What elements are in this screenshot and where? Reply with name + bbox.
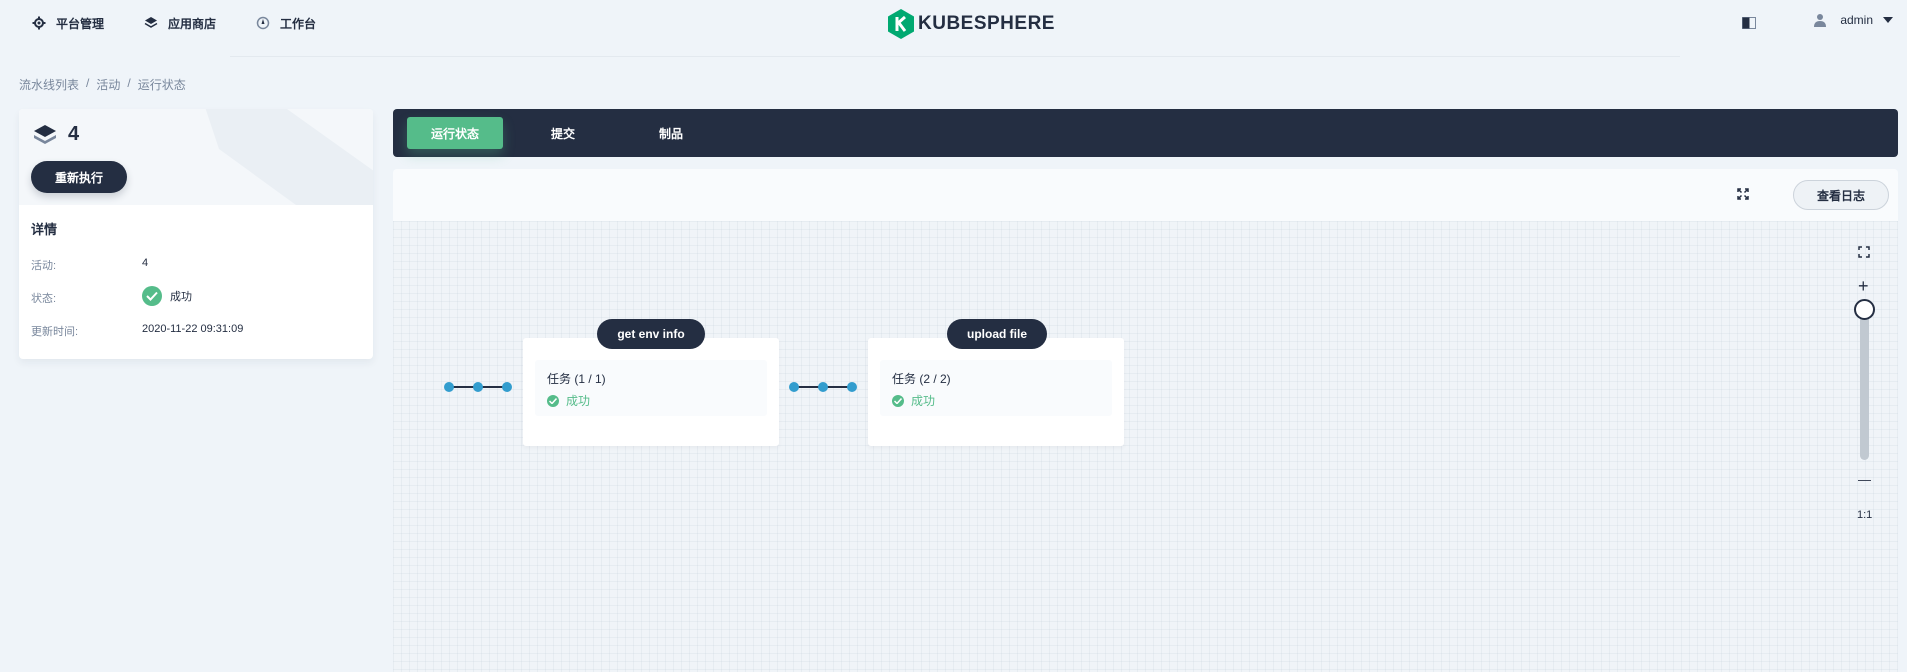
kubesphere-logo[interactable]: KUBESPHERE [888, 9, 1055, 39]
fit-view-icon[interactable] [1858, 246, 1870, 258]
zoom-in-button[interactable]: + [1858, 276, 1869, 297]
logo-text: KUBESPHERE [918, 13, 1055, 34]
updated-time: 2020-11-22 09:31:09 [142, 323, 244, 335]
updated-value: 2020-11-22 09:31:09 [142, 323, 243, 335]
status-text: 成功 [170, 291, 192, 303]
breadcrumb-activity[interactable]: 活动 [96, 76, 120, 93]
pipeline-toolbar [393, 169, 1898, 221]
activity-number: 4 [142, 257, 149, 269]
header-decoration [205, 109, 373, 205]
stage-card: 任务 (2 / 2) 成功 [868, 338, 1124, 446]
detail-title: 详情 [31, 222, 58, 237]
task-count: 任务 (2 / 2) [892, 372, 951, 386]
logo-icon [888, 9, 914, 39]
username: admin [1840, 13, 1873, 27]
breadcrumb: 流水线列表 / 活动 / 运行状态 [19, 76, 186, 93]
task-item[interactable]: 任务 (1 / 1) 成功 [535, 360, 767, 416]
task-status-text: 成功 [566, 394, 591, 408]
run-summary-card: 4 重新执行 详情 活动: 4 状态: 成功 更新时间: 2020-11-22 … [19, 109, 373, 359]
nav-appstore-label: 应用商店 [168, 16, 217, 31]
run-number-value: 4 [68, 123, 80, 145]
zoom-slider-handle[interactable] [1854, 299, 1875, 320]
breadcrumb-current: 运行状态 [137, 78, 186, 92]
activity-label: 活动: [31, 260, 57, 272]
nav-workbench-label: 工作台 [280, 16, 317, 31]
stage-label[interactable]: upload file [947, 319, 1047, 349]
fullscreen-icon[interactable] [1737, 188, 1749, 200]
tab-run-status[interactable]: 运行状态 [407, 117, 503, 149]
nav-divider [230, 56, 1680, 57]
run-tabs: 运行状态 提交 制品 [393, 109, 1898, 157]
top-nav: 平台管理 应用商店 工作台 KUBESPHERE admin [0, 0, 1907, 46]
breadcrumb-sep: / [86, 76, 90, 90]
zoom-ratio[interactable]: 1:1 [1857, 509, 1872, 521]
dashboard-icon [256, 16, 270, 30]
run-number: 4 [34, 123, 79, 146]
nav-appstore[interactable]: 应用商店 [144, 13, 216, 33]
nav-platform[interactable]: 平台管理 [32, 13, 104, 33]
gear-icon [32, 16, 46, 30]
user-icon [1814, 14, 1827, 27]
stage-connector [444, 382, 512, 392]
view-log-button[interactable]: 查看日志 [1793, 180, 1889, 210]
activity-value: 4 [142, 257, 148, 269]
breadcrumb-sep: / [127, 76, 131, 90]
user-menu[interactable]: admin [1814, 13, 1893, 27]
tab-commits[interactable]: 提交 [515, 117, 611, 149]
tab-artifacts[interactable]: 制品 [623, 117, 719, 149]
status-value: 成功 [142, 286, 192, 306]
theme-toggle-icon[interactable] [1742, 17, 1756, 29]
nav-workbench[interactable]: 工作台 [256, 13, 316, 33]
zoom-out-button[interactable]: — [1858, 472, 1871, 487]
success-icon [142, 286, 162, 306]
stage-card: 任务 (1 / 1) 成功 [523, 338, 779, 446]
updated-label: 更新时间: [31, 326, 79, 338]
task-status: 成功 [892, 392, 1100, 409]
layers-icon [34, 124, 56, 144]
task-count: 任务 (1 / 1) [547, 372, 606, 386]
success-icon [547, 394, 559, 407]
stage-connector [789, 382, 857, 392]
task-status-text: 成功 [911, 394, 936, 408]
nav-platform-label: 平台管理 [56, 16, 105, 31]
zoom-slider-track[interactable] [1860, 300, 1869, 460]
breadcrumb-pipelines[interactable]: 流水线列表 [19, 76, 79, 93]
success-icon [892, 394, 904, 407]
status-label: 状态: [31, 293, 57, 305]
layers-icon [144, 17, 158, 28]
task-item[interactable]: 任务 (2 / 2) 成功 [880, 360, 1112, 416]
task-status: 成功 [547, 392, 755, 409]
chevron-down-icon [1883, 17, 1893, 23]
rerun-button[interactable]: 重新执行 [31, 161, 127, 193]
stage-label[interactable]: get env info [597, 319, 705, 349]
pipeline-canvas[interactable] [393, 221, 1898, 672]
